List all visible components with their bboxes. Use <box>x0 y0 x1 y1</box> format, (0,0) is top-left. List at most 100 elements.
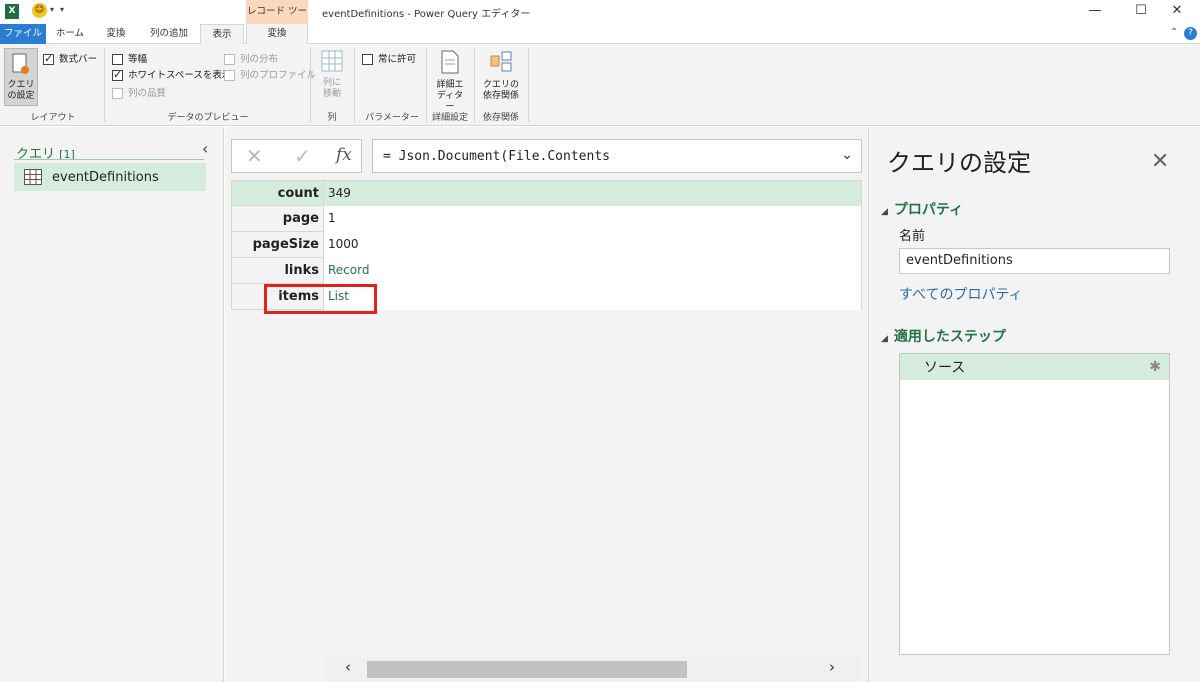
document-icon <box>441 50 459 74</box>
table-icon <box>24 169 42 185</box>
tab-transform[interactable]: 変換 <box>94 24 138 44</box>
cancel-icon[interactable]: ✕ <box>246 144 263 168</box>
column-profile-checkbox[interactable]: 列のプロファイル <box>224 68 316 82</box>
quick-access-customize-icon[interactable]: ▾ <box>60 5 64 14</box>
name-label: 名前 <box>899 229 926 244</box>
show-whitespace-checkbox[interactable]: ホワイトスペースを表示 <box>112 68 231 82</box>
divider <box>474 48 475 122</box>
group-label-dependencies: 依存関係 <box>482 113 519 123</box>
step-item-source[interactable]: ソース ✱ <box>900 354 1169 380</box>
collapse-pane-icon[interactable]: ‹ <box>202 139 208 158</box>
tab-file[interactable]: ファイル <box>0 24 46 44</box>
query-item-eventdefinitions[interactable]: eventDefinitions <box>14 163 206 191</box>
formula-text: = Json.Document(File.Contents <box>383 149 610 164</box>
record-row[interactable]: page 1 <box>231 206 862 232</box>
goto-column-button[interactable]: 列に移動 <box>316 50 348 108</box>
column-profile-label: 列のプロファイル <box>240 69 317 81</box>
scroll-left-icon[interactable]: ‹ <box>345 658 351 676</box>
checkbox-icon <box>112 53 123 65</box>
all-properties-link[interactable]: すべてのプロパティ <box>899 284 1023 304</box>
column-distribution-label: 列の分布 <box>240 53 279 65</box>
record-field-value: 1000 <box>324 232 862 258</box>
query-name-field[interactable]: eventDefinitions <box>899 248 1170 274</box>
record-field-name: links <box>231 258 324 284</box>
query-settings-icon <box>12 53 29 74</box>
advanced-editor-button[interactable]: 詳細エディター <box>432 50 468 112</box>
show-whitespace-label: ホワイトスペースを表示 <box>128 69 232 81</box>
always-allow-label: 常に許可 <box>378 53 417 65</box>
column-quality-checkbox[interactable]: 列の品質 <box>112 86 166 100</box>
step-item-label: ソース <box>924 360 966 376</box>
gear-icon[interactable]: ✱ <box>1149 359 1161 375</box>
close-button[interactable]: ✕ <box>1154 0 1200 24</box>
record-field-name: pageSize <box>231 232 324 258</box>
scroll-right-icon[interactable]: › <box>829 658 835 676</box>
excel-logo-icon: X <box>5 4 19 19</box>
applied-steps-list: ソース ✱ <box>899 353 1170 655</box>
applied-steps-header: 適用したステップ <box>893 329 1006 345</box>
checkbox-icon <box>112 87 123 99</box>
scrollbar-thumb[interactable] <box>367 661 687 678</box>
window-title: eventDefinitions - Power Query エディター <box>322 9 531 20</box>
query-settings-pane: クエリの設定 ✕ ◢ プロパティ 名前 eventDefinitions すべての… <box>868 127 1200 682</box>
confirm-icon[interactable]: ✓ <box>294 144 311 168</box>
formula-buttons: ✕ ✓ fx <box>231 139 362 173</box>
query-dependencies-button[interactable]: クエリの依存関係 <box>478 50 524 108</box>
group-label-parameters: パラメーター <box>365 113 419 123</box>
query-dependencies-label: クエリの依存関係 <box>482 80 519 101</box>
record-link-record[interactable]: Record <box>324 258 862 284</box>
chevron-up-icon[interactable]: ⌃ <box>1170 27 1178 38</box>
divider <box>14 159 204 160</box>
context-group-record-tools: レコード ツール <box>246 0 308 41</box>
record-row[interactable]: pageSize 1000 <box>231 232 862 258</box>
column-quality-label: 列の品質 <box>128 87 167 99</box>
always-allow-checkbox[interactable]: 常に許可 <box>362 52 416 66</box>
fx-icon[interactable]: fx <box>336 145 352 165</box>
tab-add-column[interactable]: 列の追加 <box>140 24 198 44</box>
ribbon-tabs: ファイル ホーム 変換 列の追加 表示 ⌃ ? <box>0 24 1200 45</box>
horizontal-scrollbar[interactable]: ‹ › <box>325 657 862 681</box>
formula-input[interactable]: = Json.Document(File.Contents ⌄ <box>372 139 862 173</box>
checkbox-checked-icon <box>43 52 54 65</box>
divider <box>528 48 529 122</box>
applied-steps-section[interactable]: ◢ 適用したステップ <box>881 326 1006 346</box>
collapse-triangle-icon: ◢ <box>881 207 888 217</box>
properties-section[interactable]: ◢ プロパティ <box>881 199 963 219</box>
record-field-value: 349 <box>324 180 862 206</box>
divider <box>354 48 355 122</box>
queries-pane: クエリ [1] ‹ eventDefinitions <box>0 127 224 682</box>
quick-access-dropdown-icon[interactable]: ▾ <box>50 5 54 14</box>
record-row[interactable]: count 349 <box>231 180 862 206</box>
formula-bar-checkbox[interactable]: 数式バー <box>43 52 97 66</box>
record-link-list[interactable]: List <box>324 284 862 310</box>
tab-view[interactable]: 表示 <box>200 24 244 45</box>
annotation-highlight-box <box>264 284 377 314</box>
dependencies-icon <box>490 51 512 72</box>
title-bar: X ☺ ▾ ▾ レコード ツール eventDefinitions - Powe… <box>0 0 1200 41</box>
query-settings-button[interactable]: クエリの設定 <box>4 48 38 106</box>
group-label-columns: 列 <box>327 113 337 123</box>
query-item-label: eventDefinitions <box>52 169 159 185</box>
monospace-label: 等幅 <box>128 53 148 65</box>
help-icon[interactable]: ? <box>1184 27 1197 40</box>
group-label-layout: レイアウト <box>30 113 76 123</box>
record-field-name: count <box>231 180 324 206</box>
columns-icon <box>321 50 343 72</box>
ribbon-body: クエリの設定 数式バー レイアウト 等幅 ホワイトスペースを表示 列の品質 列の… <box>0 44 1200 126</box>
record-field-value: 1 <box>324 206 862 232</box>
column-distribution-checkbox[interactable]: 列の分布 <box>224 52 278 66</box>
record-row[interactable]: links Record <box>231 258 862 284</box>
divider <box>104 48 105 122</box>
monospace-checkbox[interactable]: 等幅 <box>112 52 147 66</box>
chevron-down-icon[interactable]: ⌄ <box>841 147 853 163</box>
smiley-icon[interactable]: ☺ <box>32 3 47 18</box>
settings-title: クエリの設定 <box>887 149 1031 177</box>
close-pane-icon[interactable]: ✕ <box>1151 149 1169 174</box>
checkbox-checked-icon <box>112 68 123 81</box>
tab-home[interactable]: ホーム <box>48 24 92 44</box>
minimize-button[interactable]: — <box>1072 0 1118 24</box>
goto-column-label: 列に移動 <box>322 78 341 99</box>
divider <box>426 48 427 122</box>
checkbox-icon <box>362 53 373 65</box>
tab-record-transform[interactable]: 変換 <box>246 24 308 45</box>
